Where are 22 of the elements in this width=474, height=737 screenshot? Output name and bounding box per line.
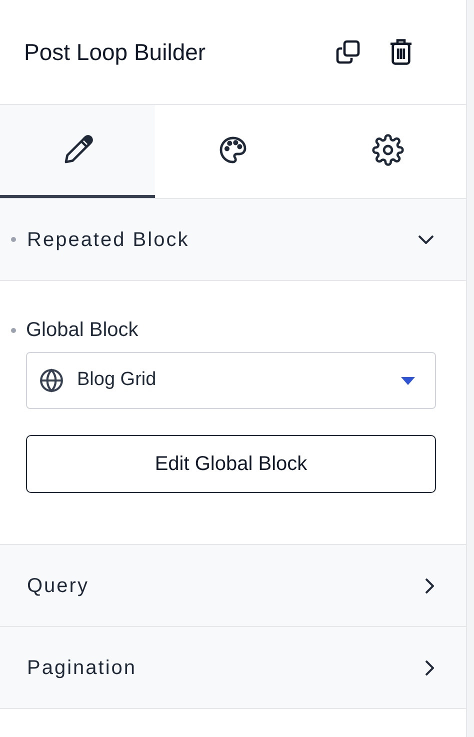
trash-icon: [388, 38, 414, 66]
edit-global-block-button[interactable]: Edit Global Block: [26, 435, 436, 493]
section-title: Pagination: [27, 656, 137, 680]
section-title: Repeated Block: [27, 228, 190, 252]
chevron-down-icon: [418, 235, 434, 244]
globe-icon: [39, 368, 64, 393]
global-block-select[interactable]: Blog Grid: [26, 352, 436, 409]
duplicate-icon: [334, 38, 362, 66]
section-header[interactable]: Repeated Block: [0, 199, 466, 281]
caret-icon: [401, 376, 415, 384]
section-header[interactable]: Query: [0, 545, 466, 627]
chevron-right-icon: [425, 660, 434, 676]
section-header[interactable]: Pagination: [0, 627, 466, 709]
select-value: Blog Grid: [77, 368, 158, 392]
delete-button[interactable]: [388, 38, 414, 66]
chevron-right-icon: [425, 578, 434, 594]
panel-title: Post Loop Builder: [24, 38, 206, 67]
section-title: Query: [27, 574, 89, 598]
settings-icon: [372, 134, 404, 166]
field-label: Global Block: [26, 318, 138, 343]
duplicate-button[interactable]: [334, 38, 362, 66]
pencil-tab[interactable]: [0, 105, 156, 198]
